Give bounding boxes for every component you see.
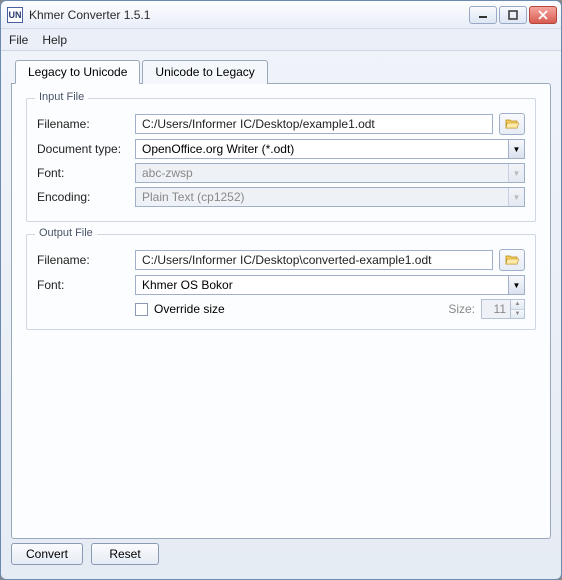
input-file-group: Input File Filename: Document type: Ope	[26, 98, 536, 222]
input-doctype-row: Document type: OpenOffice.org Writer (*.…	[37, 139, 525, 159]
folder-open-icon	[505, 119, 519, 129]
output-font-value: Khmer OS Bokor	[142, 278, 508, 292]
chevron-down-icon: ▼	[508, 188, 524, 206]
convert-button[interactable]: Convert	[11, 543, 83, 565]
output-font-combo[interactable]: Khmer OS Bokor ▼	[135, 275, 525, 295]
input-font-value: abc-zwsp	[142, 166, 508, 180]
maximize-icon	[508, 10, 518, 20]
window-title: Khmer Converter 1.5.1	[29, 8, 469, 22]
size-field	[481, 299, 511, 319]
chevron-down-icon: ▼	[508, 276, 524, 294]
input-filename-label: Filename:	[37, 117, 129, 131]
chevron-down-icon: ▼	[508, 164, 524, 182]
input-encoding-combo: Plain Text (cp1252) ▼	[135, 187, 525, 207]
output-font-row: Font: Khmer OS Bokor ▼	[37, 275, 525, 295]
tab-panel: Input File Filename: Document type: Ope	[11, 83, 551, 539]
output-filename-field[interactable]	[135, 250, 493, 270]
size-down-button[interactable]: ▼	[511, 310, 524, 319]
output-filename-row: Filename:	[37, 249, 525, 271]
input-doctype-label: Document type:	[37, 142, 129, 156]
app-window: UN Khmer Converter 1.5.1 File Help Legac…	[0, 0, 562, 580]
size-label: Size:	[448, 302, 475, 316]
window-controls	[469, 6, 557, 24]
folder-open-icon	[505, 255, 519, 265]
size-spinner-buttons: ▲ ▼	[511, 299, 525, 319]
titlebar: UN Khmer Converter 1.5.1	[1, 1, 561, 29]
override-size-label: Override size	[154, 302, 225, 316]
input-font-label: Font:	[37, 166, 129, 180]
tab-legacy-to-unicode[interactable]: Legacy to Unicode	[15, 60, 140, 84]
minimize-icon	[478, 10, 488, 20]
tab-row: Legacy to Unicode Unicode to Legacy	[15, 59, 551, 83]
output-filename-label: Filename:	[37, 253, 129, 267]
input-encoding-row: Encoding: Plain Text (cp1252) ▼	[37, 187, 525, 207]
close-icon	[538, 10, 548, 20]
menubar: File Help	[1, 29, 561, 51]
size-group: Size: ▲ ▼	[448, 299, 525, 319]
input-encoding-label: Encoding:	[37, 190, 129, 204]
close-button[interactable]	[529, 6, 557, 24]
content-area: Legacy to Unicode Unicode to Legacy Inpu…	[1, 51, 561, 579]
output-file-group: Output File Filename: Font: Khmer OS Bo	[26, 234, 536, 330]
size-up-button[interactable]: ▲	[511, 300, 524, 310]
tab-unicode-to-legacy[interactable]: Unicode to Legacy	[142, 60, 267, 84]
reset-button[interactable]: Reset	[91, 543, 159, 565]
menu-help[interactable]: Help	[42, 33, 67, 47]
menu-file[interactable]: File	[9, 33, 28, 47]
input-file-legend: Input File	[35, 91, 88, 103]
override-size-checkbox[interactable]	[135, 303, 148, 316]
output-font-label: Font:	[37, 278, 129, 292]
bottom-button-row: Convert Reset	[11, 539, 551, 569]
chevron-down-icon: ▼	[508, 140, 524, 158]
output-file-legend: Output File	[35, 227, 97, 239]
input-filename-field[interactable]	[135, 114, 493, 134]
size-spinner: ▲ ▼	[481, 299, 525, 319]
input-browse-button[interactable]	[499, 113, 525, 135]
input-font-row: Font: abc-zwsp ▼	[37, 163, 525, 183]
override-row: Override size Size: ▲ ▼	[37, 299, 525, 319]
input-filename-row: Filename:	[37, 113, 525, 135]
input-encoding-value: Plain Text (cp1252)	[142, 190, 508, 204]
minimize-button[interactable]	[469, 6, 497, 24]
app-icon: UN	[7, 7, 23, 23]
input-doctype-combo[interactable]: OpenOffice.org Writer (*.odt) ▼	[135, 139, 525, 159]
output-browse-button[interactable]	[499, 249, 525, 271]
input-font-combo: abc-zwsp ▼	[135, 163, 525, 183]
maximize-button[interactable]	[499, 6, 527, 24]
input-doctype-value: OpenOffice.org Writer (*.odt)	[142, 142, 508, 156]
